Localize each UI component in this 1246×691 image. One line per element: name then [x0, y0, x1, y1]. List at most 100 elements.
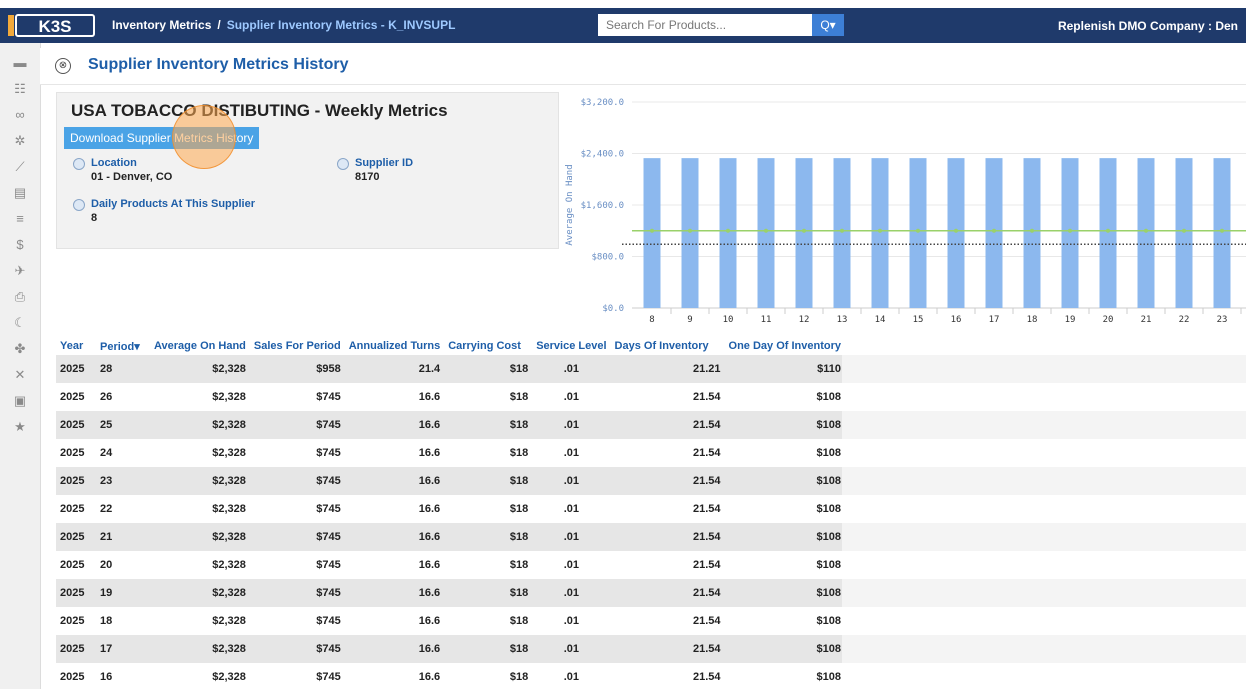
- cell-annualized-turns: 16.6: [344, 579, 445, 607]
- cell-annualized-turns: 16.6: [344, 607, 445, 635]
- series-line-point[interactable]: [992, 228, 996, 233]
- cell-days-of-inventory: 21.54: [610, 579, 725, 607]
- cell-one-day-of-inventory: $108: [724, 411, 846, 439]
- bar[interactable]: [719, 158, 737, 308]
- series-line-point[interactable]: [1144, 228, 1148, 233]
- table-row[interactable]: 2025 17 $2,328 $745 16.6 $18.01 21.54 $108: [56, 635, 846, 663]
- supplier-id-label: Supplier ID: [355, 157, 414, 169]
- bar[interactable]: [833, 158, 851, 308]
- company-name[interactable]: Replenish DMO Company : Den: [1058, 19, 1238, 33]
- bar[interactable]: [1061, 158, 1079, 308]
- search-input[interactable]: [598, 14, 812, 36]
- col-header-one-day-of-inventory[interactable]: One Day Of Inventory: [724, 337, 846, 355]
- link-icon[interactable]: ∞: [0, 105, 40, 125]
- cell-service-level: .01: [532, 411, 611, 439]
- table-row[interactable]: 2025 22 $2,328 $745 16.6 $18.01 21.54 $108: [56, 495, 846, 523]
- gear-icon[interactable]: ✲: [0, 131, 40, 151]
- close-icon[interactable]: ⊗: [55, 58, 71, 74]
- y-axis-label: Average On Hand: [565, 164, 575, 245]
- star-icon[interactable]: ★: [0, 417, 40, 437]
- cell-days-of-inventory: 21.54: [610, 495, 725, 523]
- series-line-point[interactable]: [650, 228, 654, 233]
- y-tick-label: $0.0: [602, 304, 624, 314]
- col-header-service-level[interactable]: Service Level: [532, 337, 611, 355]
- monitor-icon[interactable]: ▬: [0, 53, 40, 73]
- series-line-point[interactable]: [878, 228, 882, 233]
- bar[interactable]: [871, 158, 889, 308]
- supplier-id-field: Supplier ID 8170: [337, 157, 413, 183]
- bar[interactable]: [795, 158, 813, 308]
- bar[interactable]: [1175, 158, 1193, 308]
- table-row[interactable]: 2025 28 $2,328 $958 21.4 $18.01 21.21 $110: [56, 355, 846, 383]
- briefcase-icon[interactable]: ▣: [0, 391, 40, 411]
- cell-average-on-hand: $2,328: [150, 635, 250, 663]
- plane-icon[interactable]: ✈: [0, 261, 40, 281]
- bar[interactable]: [643, 158, 661, 308]
- series-line-point[interactable]: [954, 228, 958, 233]
- series-line-point[interactable]: [688, 228, 692, 233]
- supplier-summary-card: USA TOBACCO DISTIBUTING - Weekly Metrics…: [56, 92, 559, 249]
- search-button[interactable]: Q▾: [812, 14, 844, 36]
- cell-one-day-of-inventory: $108: [724, 383, 846, 411]
- bar[interactable]: [1099, 158, 1117, 308]
- bar[interactable]: [985, 158, 1003, 308]
- bar[interactable]: [1137, 158, 1155, 308]
- paw-icon[interactable]: ✤: [0, 339, 40, 359]
- cell-one-day-of-inventory: $108: [724, 551, 846, 579]
- col-header-days-of-inventory[interactable]: Days Of Inventory: [610, 337, 725, 355]
- breadcrumb-parent[interactable]: Inventory Metrics: [112, 18, 211, 32]
- users-icon[interactable]: ☷: [0, 79, 40, 99]
- table-row[interactable]: 2025 18 $2,328 $745 16.6 $18.01 21.54 $108: [56, 607, 846, 635]
- table-row[interactable]: 2025 16 $2,328 $745 16.6 $18.01 21.54 $108: [56, 663, 846, 691]
- k3s-logo[interactable]: K3S: [6, 12, 98, 39]
- bar[interactable]: [681, 158, 699, 308]
- tools-icon[interactable]: ✕: [0, 365, 40, 385]
- database-icon[interactable]: ≡: [0, 209, 40, 229]
- table-row[interactable]: 2025 19 $2,328 $745 16.6 $18.01 21.54 $108: [56, 579, 846, 607]
- moon-icon[interactable]: ☾: [0, 313, 40, 333]
- series-line-point[interactable]: [1220, 228, 1224, 233]
- col-header-carrying-cost[interactable]: Carrying Cost: [444, 337, 533, 355]
- line-chart-icon[interactable]: ⟋: [0, 157, 40, 177]
- col-header-year[interactable]: Year: [56, 337, 96, 355]
- series-line-point[interactable]: [1068, 228, 1072, 233]
- series-line-point[interactable]: [916, 228, 920, 233]
- series-line-point[interactable]: [802, 228, 806, 233]
- table-row[interactable]: 2025 26 $2,328 $745 16.6 $18.01 21.54 $108: [56, 383, 846, 411]
- cell-service-level: .01: [532, 523, 611, 551]
- series-line-point[interactable]: [840, 228, 844, 233]
- bar[interactable]: [909, 158, 927, 308]
- id-card-icon[interactable]: ▤: [0, 183, 40, 203]
- table-row[interactable]: 2025 21 $2,328 $745 16.6 $18.01 21.54 $108: [56, 523, 846, 551]
- cell-carrying-cost: $18: [444, 551, 533, 579]
- series-line-point[interactable]: [1106, 228, 1110, 233]
- col-header-average-on-hand[interactable]: Average On Hand: [150, 337, 250, 355]
- dollar-icon[interactable]: $: [0, 235, 40, 255]
- cell-carrying-cost: $18: [444, 355, 533, 383]
- download-metrics-button[interactable]: Download Supplier Metrics History: [64, 127, 260, 149]
- cell-average-on-hand: $2,328: [150, 663, 250, 691]
- series-line-point[interactable]: [1030, 228, 1034, 233]
- x-tick-label: 20: [1103, 315, 1114, 325]
- cell-year: 2025: [56, 495, 96, 523]
- table-row[interactable]: 2025 23 $2,328 $745 16.6 $18.01 21.54 $108: [56, 467, 846, 495]
- bar[interactable]: [947, 158, 965, 308]
- table-row[interactable]: 2025 24 $2,328 $745 16.6 $18.01 21.54 $108: [56, 439, 846, 467]
- table-row[interactable]: 2025 20 $2,328 $745 16.6 $18.01 21.54 $108: [56, 551, 846, 579]
- table-row[interactable]: 2025 25 $2,328 $745 16.6 $18.01 21.54 $108: [56, 411, 846, 439]
- series-line-point[interactable]: [764, 228, 768, 233]
- cell-annualized-turns: 16.6: [344, 411, 445, 439]
- x-tick-label: 23: [1217, 315, 1228, 325]
- bar[interactable]: [1213, 158, 1231, 308]
- bar[interactable]: [1023, 158, 1041, 308]
- col-header-sales-for-period[interactable]: Sales For Period: [249, 337, 345, 355]
- series-line-point[interactable]: [1182, 228, 1186, 233]
- bar[interactable]: [757, 158, 775, 308]
- cell-one-day-of-inventory: $108: [724, 439, 846, 467]
- col-header-annualized-turns[interactable]: Annualized Turns: [344, 337, 445, 355]
- series-line-point[interactable]: [726, 228, 730, 233]
- x-tick-label: 12: [799, 315, 810, 325]
- cell-carrying-cost: $18: [444, 579, 533, 607]
- col-header-period[interactable]: Period▾: [96, 337, 150, 355]
- printer-icon[interactable]: ⎙: [0, 287, 40, 307]
